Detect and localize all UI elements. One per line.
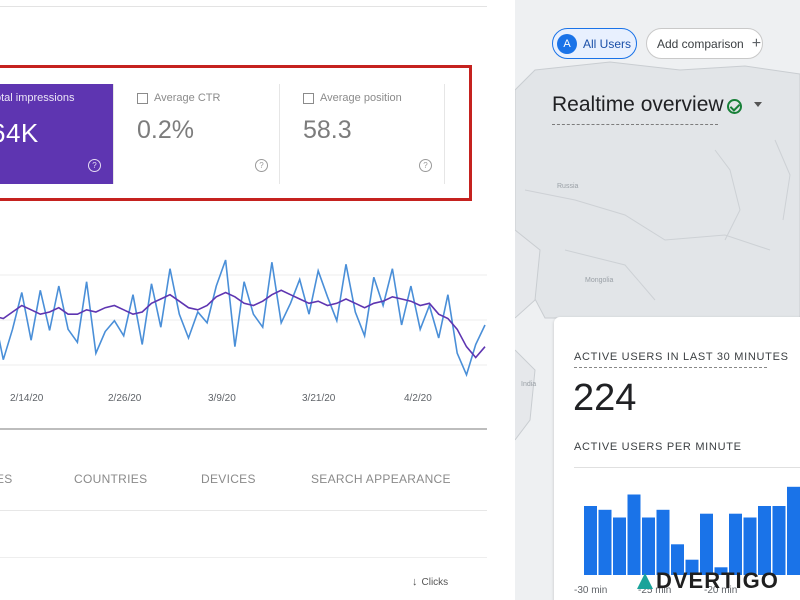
x-tick-label: 2/26/20 bbox=[108, 393, 142, 404]
metric-label: otal impressions bbox=[0, 92, 75, 104]
table-divider bbox=[0, 557, 487, 558]
active-users-card: ACTIVE USERS IN LAST 30 MINUTES 224 ACTI… bbox=[554, 317, 800, 600]
sort-clicks[interactable]: ↓ Clicks bbox=[412, 576, 448, 588]
tab-devices[interactable]: DEVICES bbox=[201, 472, 256, 486]
arrow-down-icon: ↓ bbox=[412, 576, 418, 588]
metric-value: 64K bbox=[0, 118, 39, 148]
performance-chart-svg: 2/14/20 2/26/20 3/9/20 3/21/20 4/2/20 bbox=[0, 259, 487, 404]
metric-label: Average position bbox=[320, 92, 402, 104]
title-underline bbox=[552, 124, 718, 125]
per-minute-bar[interactable] bbox=[627, 494, 641, 576]
metric-divider bbox=[444, 84, 445, 184]
x-tick-label: 4/2/20 bbox=[404, 393, 432, 404]
chart-bottom-rule bbox=[0, 428, 487, 430]
help-icon[interactable]: ? bbox=[419, 159, 432, 172]
x-tick-label: 2/14/20 bbox=[10, 393, 44, 404]
per-minute-bar[interactable] bbox=[584, 506, 597, 575]
help-icon[interactable]: ? bbox=[88, 159, 101, 172]
search-console-panel: otal impressions 64K ? Average CTR 0.2% … bbox=[0, 0, 487, 600]
metric-average-ctr[interactable]: Average CTR 0.2% ? bbox=[137, 84, 277, 184]
map-label: Mongolia bbox=[585, 277, 614, 284]
per-minute-bar[interactable] bbox=[613, 517, 626, 576]
per-minute-bar-chart bbox=[584, 486, 800, 576]
per-minute-label: ACTIVE USERS PER MINUTE bbox=[574, 441, 742, 453]
plus-icon: + bbox=[751, 34, 762, 52]
series-line-impressions bbox=[0, 289, 486, 359]
metric-divider bbox=[113, 84, 114, 184]
map-label: India bbox=[521, 381, 536, 388]
per-minute-bar[interactable] bbox=[743, 517, 757, 576]
button-label: Add comparison bbox=[657, 36, 744, 51]
check-circle-icon bbox=[727, 99, 742, 114]
per-minute-bar[interactable] bbox=[787, 486, 800, 575]
metric-value: 0.2% bbox=[137, 116, 194, 144]
metric-label: Average CTR bbox=[154, 92, 221, 104]
top-divider bbox=[0, 0, 487, 7]
x-tick-label: 3/9/20 bbox=[208, 393, 236, 404]
checkbox-icon[interactable] bbox=[137, 92, 148, 104]
dimension-tabs: ES COUNTRIES DEVICES SEARCH APPEARANCE bbox=[0, 450, 487, 511]
sort-label: Clicks bbox=[421, 577, 449, 588]
analytics-realtime-panel: Russia Mongolia India A All Users Add co… bbox=[515, 0, 800, 600]
per-minute-bar[interactable] bbox=[598, 509, 612, 575]
active-users-count: 224 bbox=[573, 377, 637, 419]
metric-average-position[interactable]: Average position 58.3 ? bbox=[303, 84, 443, 184]
map-label: Russia bbox=[557, 183, 579, 190]
help-icon[interactable]: ? bbox=[255, 159, 268, 172]
chevron-down-icon[interactable] bbox=[754, 102, 762, 107]
metric-divider bbox=[279, 84, 280, 184]
performance-chart: 2/14/20 2/26/20 3/9/20 3/21/20 4/2/20 bbox=[0, 230, 487, 430]
x-tick-label: 3/21/20 bbox=[302, 393, 336, 404]
add-comparison-button[interactable]: Add comparison + bbox=[646, 28, 763, 59]
per-minute-bar[interactable] bbox=[656, 509, 670, 575]
per-minute-bar[interactable] bbox=[642, 517, 655, 576]
page-title: Realtime overview bbox=[552, 93, 724, 116]
watermark-logo: DVERTIGO bbox=[636, 568, 779, 594]
per-minute-bar[interactable] bbox=[729, 513, 742, 575]
checkbox-icon[interactable] bbox=[303, 92, 314, 104]
avatar: A bbox=[557, 33, 577, 54]
x-axis-label: -30 min bbox=[574, 585, 608, 596]
watermark-text: DVERTIGO bbox=[656, 568, 779, 593]
triangle-logo-icon bbox=[637, 573, 653, 589]
metric-total-impressions[interactable]: otal impressions 64K ? bbox=[0, 84, 113, 184]
tab-countries[interactable]: COUNTRIES bbox=[74, 472, 147, 486]
tab-queries[interactable]: ES bbox=[0, 472, 13, 486]
metric-value: 58.3 bbox=[303, 116, 352, 144]
per-minute-bar[interactable] bbox=[758, 506, 771, 575]
label-underline bbox=[574, 367, 767, 368]
tab-search-appearance[interactable]: SEARCH APPEARANCE bbox=[311, 472, 451, 486]
chip-label: All Users bbox=[583, 36, 632, 51]
active-users-label: ACTIVE USERS IN LAST 30 MINUTES bbox=[574, 351, 789, 363]
series-line-clicks bbox=[0, 259, 486, 378]
per-minute-bar[interactable] bbox=[772, 506, 786, 575]
per-minute-bar[interactable] bbox=[700, 513, 713, 575]
all-users-chip[interactable]: A All Users bbox=[552, 28, 637, 59]
metrics-highlight-box: otal impressions 64K ? Average CTR 0.2% … bbox=[0, 65, 472, 201]
